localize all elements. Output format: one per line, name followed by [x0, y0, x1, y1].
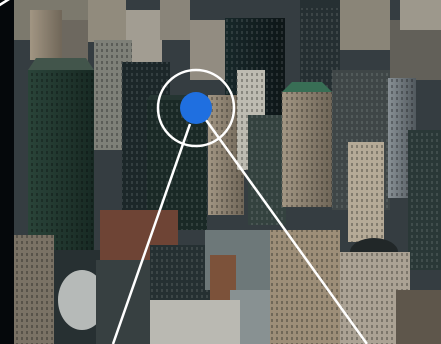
- aerial-city-photo: [14, 0, 441, 344]
- location-marker[interactable]: [179, 91, 213, 125]
- map-viewport[interactable]: [0, 0, 441, 344]
